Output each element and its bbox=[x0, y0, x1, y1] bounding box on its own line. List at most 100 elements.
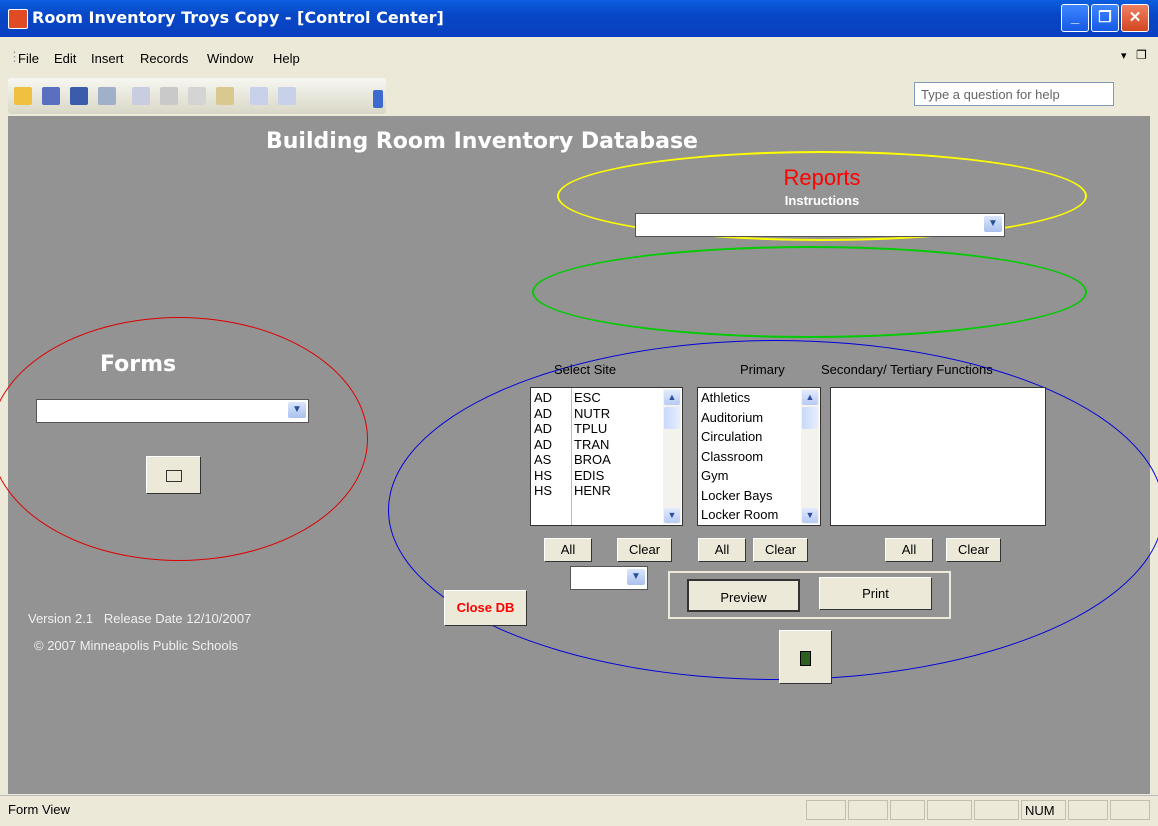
primary-list-item[interactable]: Gym bbox=[701, 468, 778, 488]
site-clear-button[interactable]: Clear bbox=[617, 538, 672, 562]
status-panel bbox=[974, 800, 1019, 820]
forms-label: Forms bbox=[100, 352, 177, 377]
toolbar bbox=[8, 78, 386, 114]
site-list-item[interactable]: AS BROA bbox=[534, 452, 611, 468]
open-report-button[interactable] bbox=[779, 630, 832, 684]
control-center-form: Building Room Inventory Database Reports… bbox=[0, 116, 1158, 794]
undo-icon[interactable] bbox=[132, 87, 150, 105]
site-list-scrollbar[interactable]: ▲ ▼ bbox=[663, 389, 681, 524]
site-list-item[interactable]: HS HENR bbox=[534, 483, 611, 499]
reports-label: Reports bbox=[783, 165, 861, 190]
site-name: EDIS bbox=[574, 467, 605, 483]
primary-list-item[interactable]: Locker Bays bbox=[701, 488, 778, 508]
primary-list-item[interactable]: Auditorium bbox=[701, 410, 778, 430]
instructions-label: Instructions bbox=[784, 193, 860, 208]
site-name: HENR bbox=[574, 483, 611, 498]
open-form-button[interactable] bbox=[146, 456, 201, 494]
forms-dropdown[interactable]: ▼ bbox=[36, 399, 309, 423]
scroll-down-icon[interactable]: ▼ bbox=[664, 508, 680, 523]
print-button[interactable]: Print bbox=[819, 577, 932, 610]
toolbar-options-icon[interactable] bbox=[373, 90, 383, 108]
primary-list-item[interactable]: Classroom bbox=[701, 449, 778, 469]
primary-all-button[interactable]: All bbox=[698, 538, 746, 562]
site-code: HS bbox=[534, 467, 553, 483]
secondary-all-button[interactable]: All bbox=[885, 538, 933, 562]
window-title: Room Inventory Troys Copy - [Control Cen… bbox=[32, 8, 444, 27]
menu-file[interactable]: File bbox=[18, 51, 39, 66]
title-bar: Room Inventory Troys Copy - [Control Cen… bbox=[0, 0, 1158, 37]
site-code: AD bbox=[534, 390, 553, 405]
help-dropdown-icon[interactable]: ▾ bbox=[1121, 49, 1127, 62]
site-code: AD bbox=[534, 405, 553, 421]
print-preview-icon[interactable] bbox=[98, 87, 116, 105]
form-title: Building Room Inventory Database bbox=[266, 129, 698, 154]
site-list-item[interactable]: AD TPLU bbox=[534, 421, 611, 437]
status-bar: Form View NUM bbox=[0, 795, 1158, 826]
select-site-label: Select Site bbox=[554, 362, 617, 377]
scroll-up-icon[interactable]: ▲ bbox=[664, 390, 680, 405]
reports-dropdown[interactable]: ▼ bbox=[635, 213, 1005, 237]
small-dropdown[interactable]: ▼ bbox=[570, 566, 648, 590]
site-code: AD bbox=[534, 436, 553, 452]
chevron-down-icon[interactable]: ▼ bbox=[984, 216, 1002, 232]
site-name: BROA bbox=[574, 452, 611, 467]
menu-bar: ⋮ File Edit Insert Records Window Help T… bbox=[0, 37, 1158, 106]
sort-descending-icon[interactable] bbox=[278, 87, 296, 105]
chevron-down-icon[interactable]: ▼ bbox=[627, 569, 645, 585]
status-panel bbox=[1110, 800, 1150, 820]
scroll-up-icon[interactable]: ▲ bbox=[802, 390, 818, 405]
restore-button[interactable]: ❐ bbox=[1091, 4, 1119, 32]
site-list-item[interactable]: AD TRAN bbox=[534, 437, 611, 453]
site-code: AD bbox=[534, 421, 553, 436]
copy-icon[interactable] bbox=[188, 87, 206, 105]
menu-records[interactable]: Records bbox=[140, 51, 188, 66]
preview-button[interactable]: Preview bbox=[687, 579, 800, 612]
primary-list-item[interactable]: Locker Room bbox=[701, 507, 778, 525]
status-panel bbox=[890, 800, 925, 820]
scroll-down-icon[interactable]: ▼ bbox=[802, 508, 818, 523]
save-icon[interactable] bbox=[70, 87, 88, 105]
site-list-item[interactable]: HS EDIS bbox=[534, 468, 611, 484]
restore-child-icon[interactable]: ❐ bbox=[1136, 48, 1147, 62]
copyright-text: © 2007 Minneapolis Public Schools bbox=[34, 638, 238, 653]
status-panel bbox=[1068, 800, 1108, 820]
menu-window[interactable]: Window bbox=[207, 51, 253, 66]
minimize-button[interactable]: _ bbox=[1061, 4, 1089, 32]
site-name: ESC bbox=[574, 390, 601, 405]
status-panel bbox=[927, 800, 972, 820]
primary-list-item[interactable]: Athletics bbox=[701, 390, 778, 410]
secondary-clear-button[interactable]: Clear bbox=[946, 538, 1001, 562]
site-list[interactable]: AD ESC AD NUTR AD TPLU AD TRAN AS BROA HS EDIS HS HEN… bbox=[530, 387, 683, 526]
site-name: NUTR bbox=[574, 405, 611, 421]
scroll-thumb[interactable] bbox=[664, 407, 680, 429]
scroll-thumb[interactable] bbox=[802, 407, 818, 429]
menu-edit[interactable]: Edit bbox=[54, 51, 76, 66]
primary-list-scrollbar[interactable]: ▲ ▼ bbox=[801, 389, 819, 524]
help-question-input[interactable]: Type a question for help bbox=[914, 82, 1114, 106]
primary-label: Primary bbox=[740, 362, 785, 377]
primary-clear-button[interactable]: Clear bbox=[753, 538, 808, 562]
sort-ascending-icon[interactable] bbox=[250, 87, 268, 105]
site-name: TPLU bbox=[574, 421, 608, 436]
new-icon[interactable] bbox=[14, 87, 32, 105]
version-text: Version 2.1 Release Date 12/10/2007 bbox=[28, 611, 252, 626]
menu-insert[interactable]: Insert bbox=[91, 51, 124, 66]
site-all-button[interactable]: All bbox=[544, 538, 592, 562]
primary-list-item[interactable]: Circulation bbox=[701, 429, 778, 449]
site-list-item[interactable]: AD ESC bbox=[534, 390, 611, 406]
menu-help[interactable]: Help bbox=[273, 51, 300, 66]
primary-list[interactable]: Athletics Auditorium Circulation Classroom G… bbox=[697, 387, 821, 526]
paste-icon[interactable] bbox=[216, 87, 234, 105]
report-icon bbox=[800, 651, 811, 666]
site-name: TRAN bbox=[574, 436, 610, 452]
design-view-icon[interactable] bbox=[42, 87, 60, 105]
chevron-down-icon[interactable]: ▼ bbox=[288, 402, 306, 418]
secondary-functions-list[interactable] bbox=[830, 387, 1046, 526]
close-window-button[interactable]: ✕ bbox=[1121, 4, 1149, 32]
status-panel bbox=[848, 800, 888, 820]
site-code: AS bbox=[534, 452, 552, 467]
form-icon bbox=[165, 470, 182, 482]
cut-icon[interactable] bbox=[160, 87, 178, 105]
close-db-button[interactable]: Close DB bbox=[444, 590, 527, 626]
site-list-item[interactable]: AD NUTR bbox=[534, 406, 611, 422]
